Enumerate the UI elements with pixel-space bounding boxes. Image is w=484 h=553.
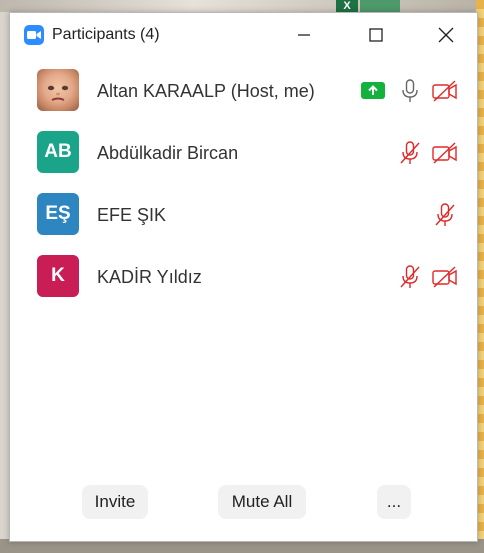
participant-row[interactable]: EŞ EFE ŞIK [10, 185, 477, 247]
mute-all-button[interactable]: Mute All [218, 485, 306, 519]
participant-name: Altan KARAALP (Host, me) [97, 81, 315, 101]
participant-row[interactable]: AB Abdülkadir Bircan [10, 123, 477, 185]
zoom-camera-icon [24, 25, 44, 45]
avatar: K [37, 255, 79, 297]
video-off-icon[interactable] [431, 264, 459, 290]
microphone-muted-icon[interactable] [431, 202, 459, 228]
more-options-button[interactable]: ... [377, 485, 411, 519]
video-off-icon[interactable] [431, 140, 459, 166]
avatar: AB [37, 131, 79, 173]
spreadsheet-background [360, 0, 400, 12]
participant-row[interactable]: K KADİR Yıldız [10, 247, 477, 309]
participant-name: Abdülkadir Bircan [97, 143, 239, 163]
close-icon [438, 27, 454, 43]
close-button[interactable] [431, 21, 461, 49]
title-bar[interactable]: Participants (4) [10, 13, 477, 57]
minimize-icon [298, 34, 310, 36]
footer-bar: Invite Mute All ... [10, 485, 477, 521]
microphone-muted-icon[interactable] [396, 140, 424, 166]
window-title: Participants (4) [52, 26, 160, 43]
minimize-button[interactable] [289, 21, 319, 49]
excel-taskbar-icon: X [336, 0, 358, 12]
maximize-icon [369, 28, 383, 42]
desktop-background-top [0, 0, 484, 12]
participants-window: Participants (4) Altan KARAALP (Host, me… [9, 12, 478, 542]
video-off-icon[interactable] [431, 78, 459, 104]
microphone-muted-icon[interactable] [396, 264, 424, 290]
participant-name: EFE ŞIK [97, 205, 167, 225]
participant-name: KADİR Yıldız [97, 267, 202, 287]
microphone-icon[interactable] [396, 78, 424, 104]
avatar: EŞ [37, 193, 79, 235]
participant-list: Altan KARAALP (Host, me) AB Abdülkadir B… [10, 61, 477, 309]
screen-share-icon [361, 82, 385, 99]
participant-row[interactable]: Altan KARAALP (Host, me) [10, 61, 477, 123]
avatar [37, 69, 79, 111]
maximize-button[interactable] [361, 21, 391, 49]
invite-button[interactable]: Invite [82, 485, 148, 519]
